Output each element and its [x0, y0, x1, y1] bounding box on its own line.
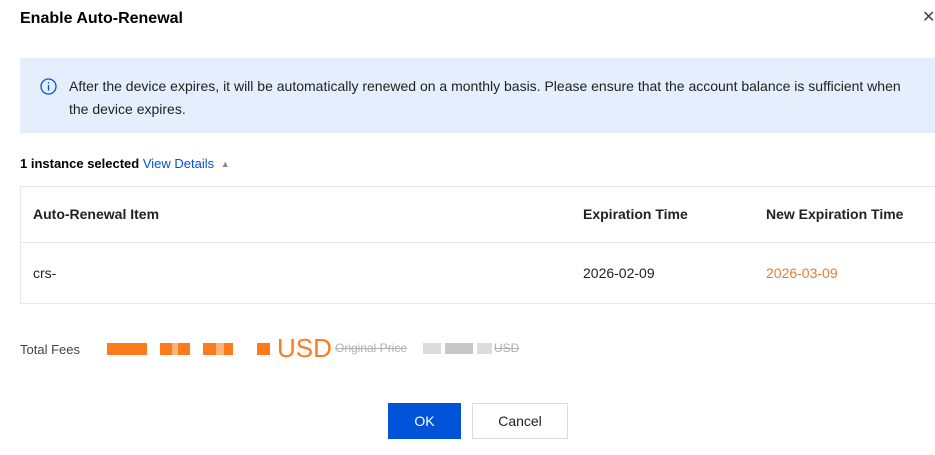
- dialog-title: Enable Auto-Renewal: [20, 10, 183, 27]
- auto-renewal-dialog: Enable Auto-Renewal ✕ After the device e…: [0, 0, 935, 455]
- view-details-link[interactable]: View Details: [143, 156, 214, 171]
- renewal-table: Auto-Renewal Item Expiration Time New Ex…: [20, 186, 935, 304]
- cell-expiration: 2026-02-09: [583, 265, 655, 281]
- info-notice: After the device expires, it will be aut…: [20, 58, 935, 133]
- column-header-expiration: Expiration Time: [583, 206, 688, 222]
- original-price-label: Original Price: [335, 341, 408, 355]
- column-header-item: Auto-Renewal Item: [33, 206, 160, 222]
- original-currency: USD: [494, 341, 520, 355]
- price-currency: USD: [277, 333, 332, 363]
- caret-up-icon[interactable]: ▲: [221, 156, 230, 172]
- selected-count: 1 instance selected: [20, 156, 140, 171]
- cell-new-expiration: 2026-03-09: [766, 265, 838, 281]
- fees-label: Total Fees: [20, 342, 80, 357]
- notice-text: After the device expires, it will be aut…: [69, 78, 901, 117]
- close-icon[interactable]: ✕: [922, 8, 935, 28]
- info-icon: [40, 78, 57, 95]
- column-header-new-expiration: New Expiration Time: [766, 206, 904, 222]
- total-fees: Total Fees USD Original Price USD: [20, 333, 620, 364]
- ok-button[interactable]: OK: [388, 403, 461, 439]
- selection-summary: 1 instance selected View Details ▲: [20, 156, 230, 172]
- cancel-button[interactable]: Cancel: [472, 403, 568, 439]
- cell-item: crs-: [33, 265, 57, 281]
